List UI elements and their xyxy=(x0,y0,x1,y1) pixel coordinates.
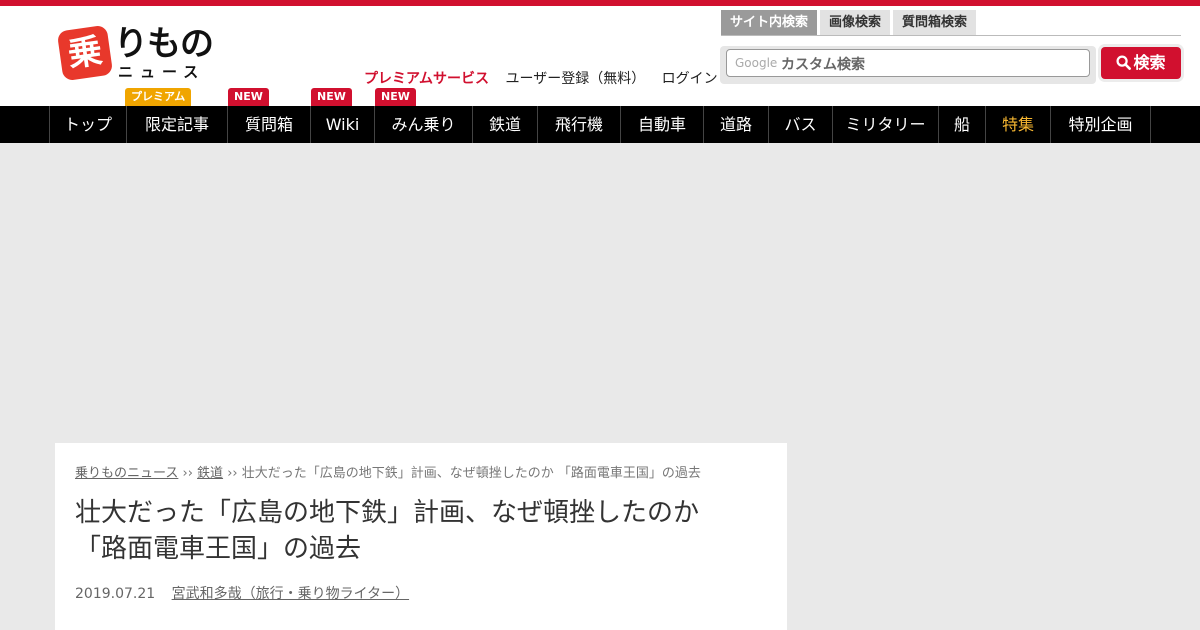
nav-item-railway[interactable]: 鉄道 xyxy=(472,106,537,143)
user-register-link[interactable]: ユーザー登録（無料） xyxy=(505,71,645,87)
tab-image-search[interactable]: 画像検索 xyxy=(820,10,891,36)
search-input[interactable]: Google カスタム検索 xyxy=(726,49,1090,77)
article-date: 2019.07.21 xyxy=(75,586,156,602)
main-nav: トップ 限定記事 質問箱 Wiki みん乗り 鉄道 飛行機 自動車 道路 バス … xyxy=(0,106,1200,143)
premium-service-link[interactable]: プレミアムサービス xyxy=(364,71,489,87)
breadcrumb-home[interactable]: 乗りものニュース xyxy=(75,466,178,481)
nav-item-bus[interactable]: バス xyxy=(768,106,832,143)
nav-item-road[interactable]: 道路 xyxy=(703,106,768,143)
search-placeholder: カスタム検索 xyxy=(781,57,865,73)
nav-item-special[interactable]: 特別企画 xyxy=(1050,106,1151,143)
tab-question-search[interactable]: 質問箱検索 xyxy=(893,10,977,36)
search-tabs: サイト内検索 画像検索 質問箱検索 xyxy=(721,10,979,36)
search-box: Google カスタム検索 xyxy=(720,46,1096,84)
nav-item-wiki[interactable]: Wiki xyxy=(310,106,374,143)
nav-item-limited[interactable]: 限定記事 xyxy=(126,106,227,143)
nav-badge-new-minnori: NEW xyxy=(375,88,416,106)
article-title-line-2: 「路面電車王国」の過去 xyxy=(75,534,362,564)
article-meta: 2019.07.21 宮武和多哉（旅行・乗り物ライター） xyxy=(75,583,409,603)
nav-badge-new-qa: NEW xyxy=(228,88,269,106)
article-author-link[interactable]: 宮武和多哉（旅行・乗り物ライター） xyxy=(172,586,409,602)
user-links: プレミアムサービス ユーザー登録（無料） ログイン xyxy=(364,68,730,88)
article-card: 乗りものニュース ›› 鉄道 ›› 壮大だった「広島の地下鉄」計画、なぜ頓挫した… xyxy=(55,443,787,630)
article-title: 壮大だった「広島の地下鉄」計画、なぜ頓挫したのか 「路面電車王国」の過去 xyxy=(75,495,765,567)
tab-site-search[interactable]: サイト内検索 xyxy=(721,10,818,36)
nav-item-top[interactable]: トップ xyxy=(49,106,126,143)
nav-badge-premium: プレミアム xyxy=(125,88,192,106)
nav-badge-new-wiki: NEW xyxy=(311,88,352,106)
site-logo[interactable]: 乗 りもの ニュース xyxy=(56,24,230,84)
search-tab-divider xyxy=(721,35,1181,36)
breadcrumb-separator: ›› xyxy=(182,466,193,481)
breadcrumb-separator-2: ›› xyxy=(227,466,238,481)
logo-badge: 乗 xyxy=(56,24,114,82)
nav-item-airplane[interactable]: 飛行機 xyxy=(537,106,620,143)
nav-item-ship[interactable]: 船 xyxy=(938,106,985,143)
login-link[interactable]: ログイン xyxy=(662,71,718,87)
nav-item-car[interactable]: 自動車 xyxy=(620,106,703,143)
nav-item-military[interactable]: ミリタリー xyxy=(832,106,938,143)
logo-main-text: りもの xyxy=(114,24,214,64)
nav-item-qa[interactable]: 質問箱 xyxy=(227,106,310,143)
nav-item-minnori[interactable]: みん乗り xyxy=(374,106,472,143)
google-label: Google xyxy=(735,56,778,70)
breadcrumb-category[interactable]: 鉄道 xyxy=(197,466,223,481)
logo-sub-text: ニュース xyxy=(118,63,206,81)
search-icon xyxy=(1116,55,1132,70)
search-button-label: 検索 xyxy=(1133,53,1166,72)
search-button[interactable]: 検索 xyxy=(1101,47,1181,79)
nav-item-feature[interactable]: 特集 xyxy=(985,106,1050,143)
article-title-line-1: 壮大だった「広島の地下鉄」計画、なぜ頓挫したのか xyxy=(75,498,700,528)
breadcrumb: 乗りものニュース ›› 鉄道 ›› 壮大だった「広島の地下鉄」計画、なぜ頓挫した… xyxy=(75,462,701,481)
breadcrumb-current: 壮大だった「広島の地下鉄」計画、なぜ頓挫したのか 「路面電車王国」の過去 xyxy=(241,466,701,481)
